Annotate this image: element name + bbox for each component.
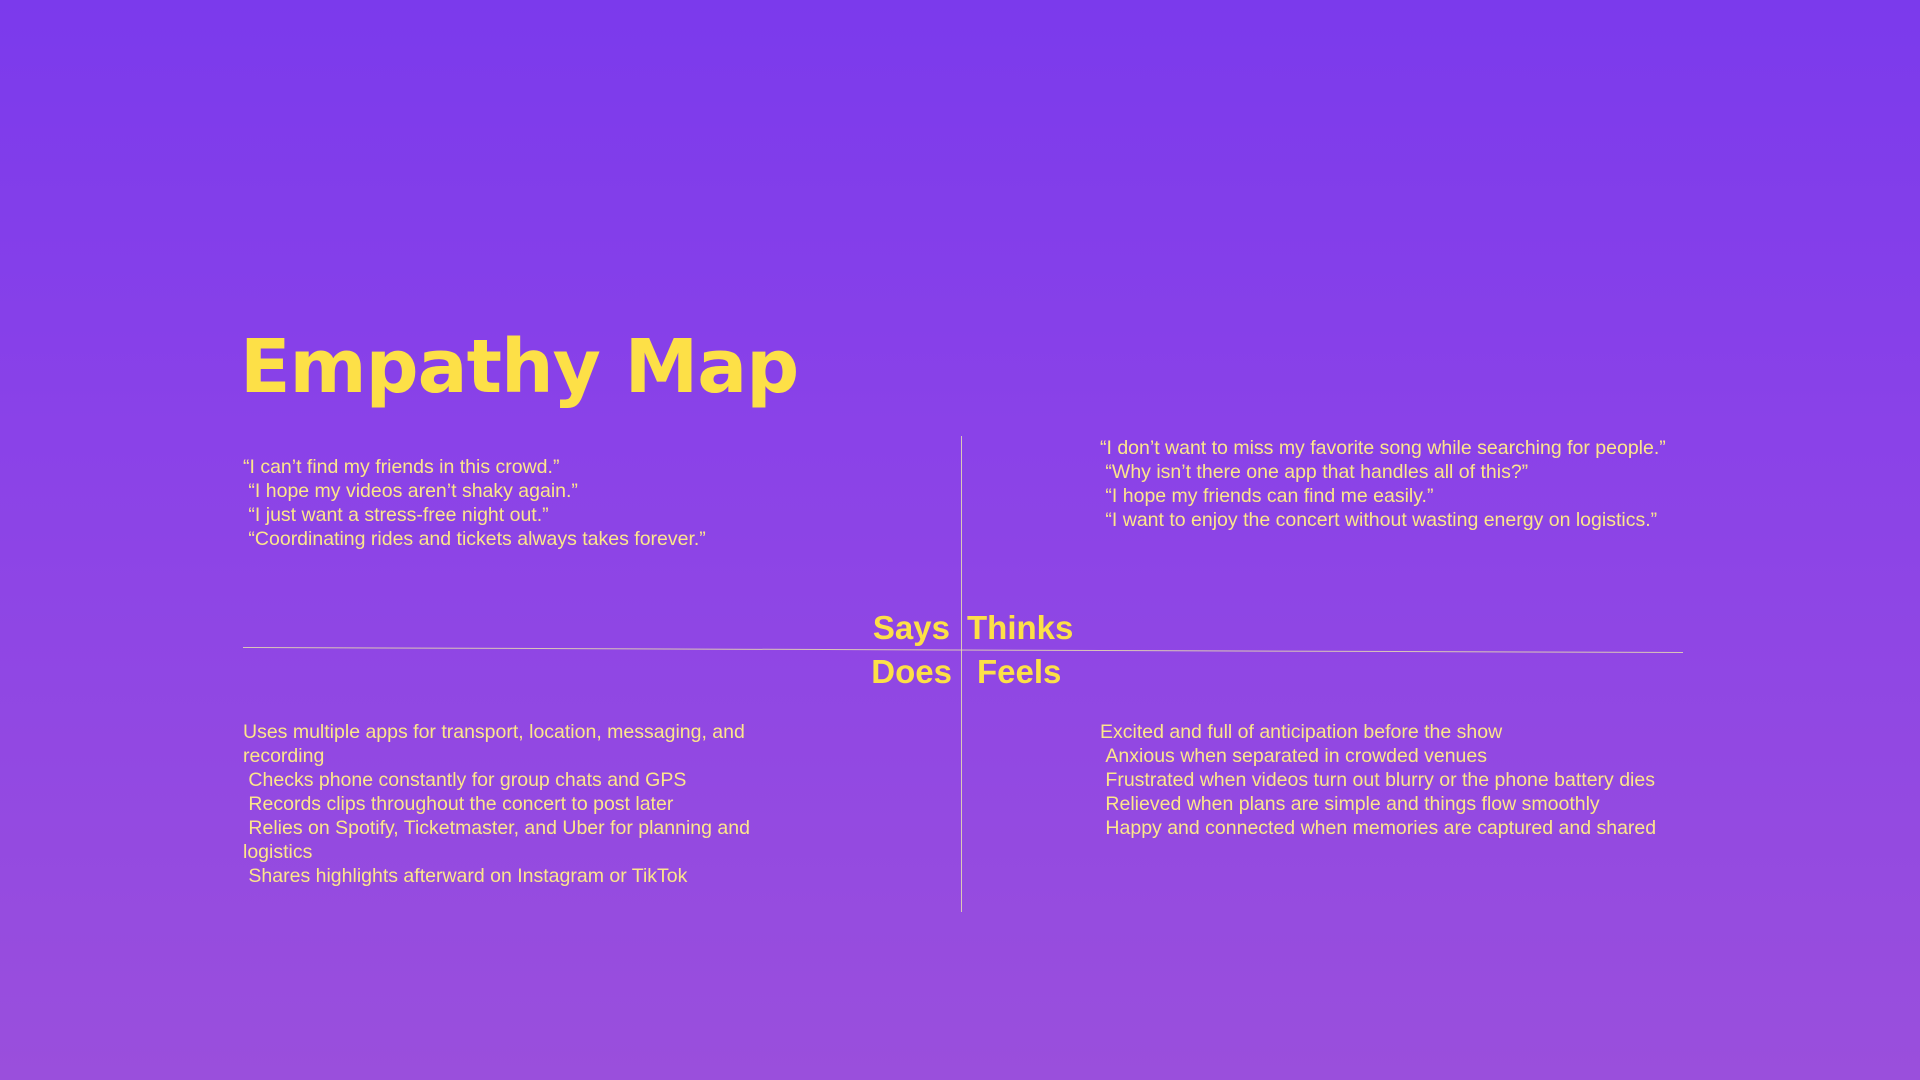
does-item: Shares highlights afterward on Instagram… [243, 865, 688, 887]
feels-item: Frustrated when videos turn out blurry o… [1100, 769, 1655, 791]
feels-item: Excited and full of anticipation before … [1100, 721, 1503, 743]
does-quadrant: Uses multiple apps for transport, locati… [243, 720, 823, 888]
thinks-item: “I don’t want to miss my favorite song w… [1100, 437, 1666, 459]
does-label: Does [871, 653, 952, 690]
thinks-item: “I want to enjoy the concert without was… [1100, 509, 1658, 531]
page-title: Empathy Map [240, 324, 799, 410]
says-item: “I can’t find my friends in this crowd.” [243, 456, 560, 478]
does-item: Checks phone constantly for group chats … [243, 769, 687, 791]
feels-label: Feels [977, 653, 1062, 690]
thinks-quadrant: “I don’t want to miss my favorite song w… [1100, 436, 1690, 532]
says-item: “Coordinating rides and tickets always t… [243, 528, 706, 550]
thinks-label: Thinks [967, 609, 1074, 646]
does-item: Records clips throughout the concert to … [243, 793, 674, 815]
thinks-item: “I hope my friends can find me easily.” [1100, 485, 1434, 507]
says-label: Says [872, 609, 950, 646]
says-item: “I just want a stress-free night out.” [243, 504, 549, 526]
vertical-divider [961, 436, 962, 912]
feels-item: Anxious when separated in crowded venues [1100, 745, 1487, 767]
feels-item: Relieved when plans are simple and thing… [1100, 793, 1600, 815]
does-item: Relies on Spotify, Ticketmaster, and Ube… [243, 817, 756, 863]
thinks-item: “Why isn’t there one app that handles al… [1100, 461, 1529, 483]
empathy-map-slide: Empathy Map Says Thinks Does Feels “I ca… [0, 0, 1920, 1080]
does-item: Uses multiple apps for transport, locati… [243, 721, 751, 767]
horizontal-divider [242, 647, 1683, 654]
says-quadrant: “I can’t find my friends in this crowd.”… [243, 455, 843, 551]
says-item: “I hope my videos aren’t shaky again.” [243, 480, 578, 502]
feels-item: Happy and connected when memories are ca… [1100, 817, 1657, 839]
feels-quadrant: Excited and full of anticipation before … [1100, 720, 1690, 840]
